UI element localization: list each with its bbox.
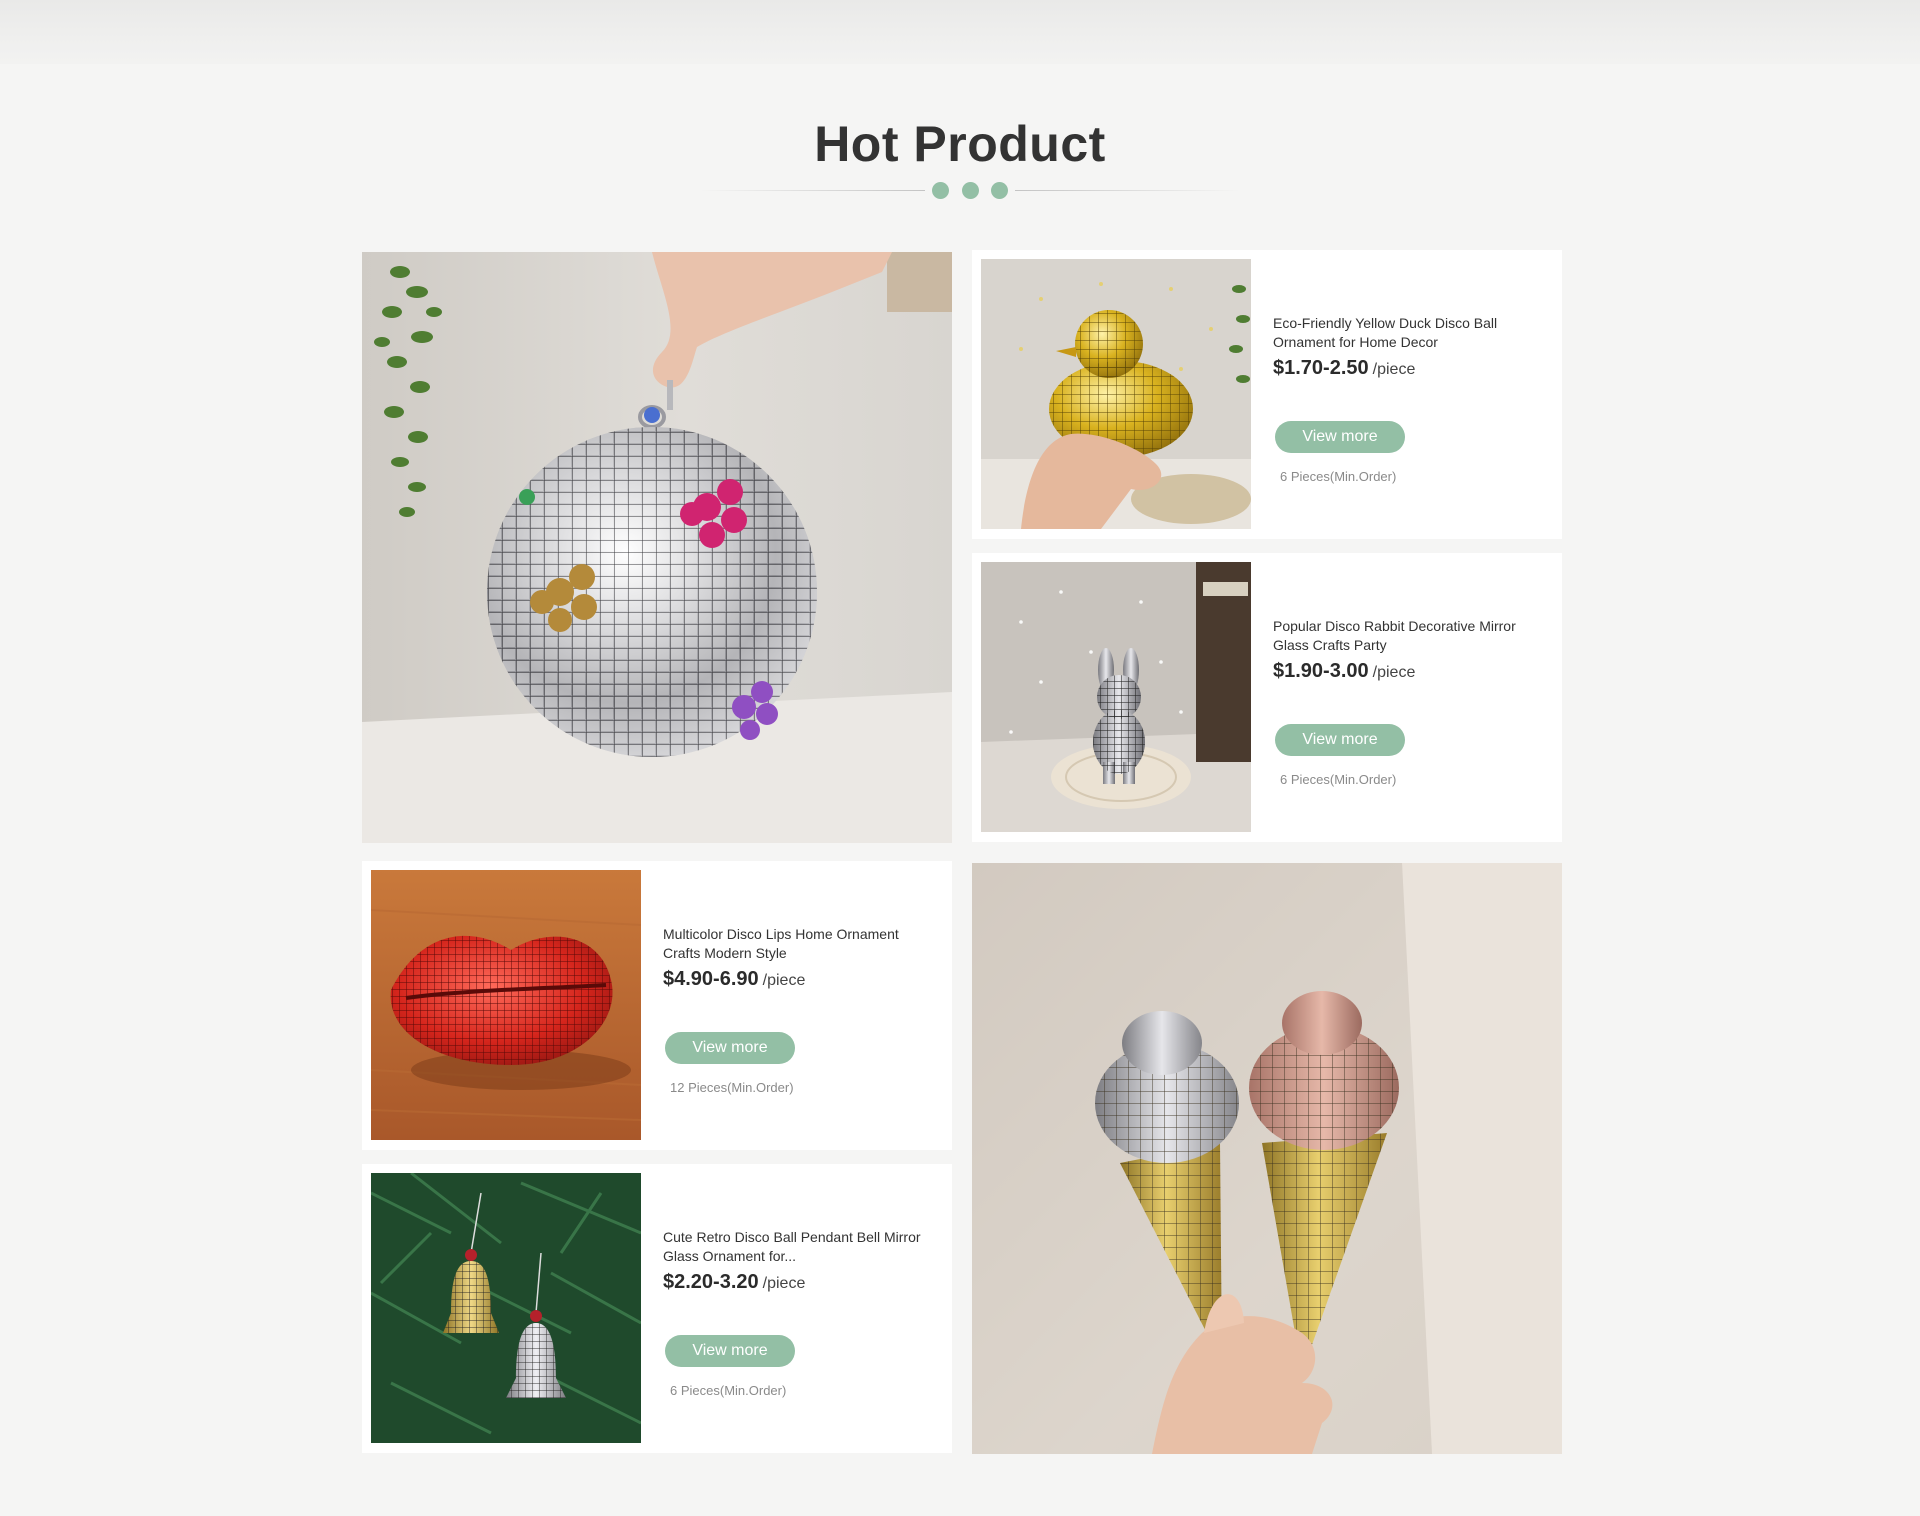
min-order: 6 Pieces(Min.Order) xyxy=(1280,469,1397,484)
price-row: $2.20-3.20/piece xyxy=(663,1271,805,1294)
divider-dots xyxy=(932,182,1008,200)
price-unit: /piece xyxy=(1372,361,1416,378)
min-order: 6 Pieces(Min.Order) xyxy=(670,1383,787,1398)
price-row: $1.70-2.50/piece xyxy=(1273,357,1415,380)
product-name[interactable]: Popular Disco Rabbit Decorative Mirror G… xyxy=(1273,617,1543,655)
price-unit: /piece xyxy=(762,1275,806,1292)
divider-dot xyxy=(932,182,949,199)
product-card[interactable]: Eco-Friendly Yellow Duck Disco Ball Orna… xyxy=(972,250,1562,539)
featured-image-ice-cream-cones[interactable] xyxy=(972,863,1562,1454)
price-row: $4.90-6.90/piece xyxy=(663,968,805,991)
product-price: $4.90-6.90 xyxy=(663,968,759,990)
product-card[interactable]: Cute Retro Disco Ball Pendant Bell Mirro… xyxy=(362,1164,952,1453)
view-more-button[interactable]: View more xyxy=(665,1032,795,1064)
section-title: Hot Product xyxy=(814,116,1106,172)
divider-line-right xyxy=(1015,190,1240,191)
featured-image-disco-ball[interactable] xyxy=(362,252,952,843)
product-name[interactable]: Multicolor Disco Lips Home Ornament Craf… xyxy=(663,925,933,963)
product-price: $1.70-2.50 xyxy=(1273,357,1369,379)
product-image-yellow-duck[interactable] xyxy=(981,259,1251,529)
product-card[interactable]: Popular Disco Rabbit Decorative Mirror G… xyxy=(972,553,1562,842)
product-price: $2.20-3.20 xyxy=(663,1271,759,1293)
product-image-disco-rabbit[interactable] xyxy=(981,562,1251,832)
min-order: 6 Pieces(Min.Order) xyxy=(1280,772,1397,787)
divider-dot xyxy=(991,182,1008,199)
divider-line-left xyxy=(700,190,925,191)
product-image-disco-bells[interactable] xyxy=(371,1173,641,1443)
top-header-bar xyxy=(0,0,1920,64)
product-image-disco-lips[interactable] xyxy=(371,870,641,1140)
view-more-button[interactable]: View more xyxy=(1275,724,1405,756)
view-more-button[interactable]: View more xyxy=(1275,421,1405,453)
product-name[interactable]: Cute Retro Disco Ball Pendant Bell Mirro… xyxy=(663,1228,933,1266)
product-card[interactable]: Multicolor Disco Lips Home Ornament Craf… xyxy=(362,861,952,1150)
view-more-button[interactable]: View more xyxy=(665,1335,795,1367)
price-unit: /piece xyxy=(1372,664,1416,681)
price-unit: /piece xyxy=(762,972,806,989)
product-name[interactable]: Eco-Friendly Yellow Duck Disco Ball Orna… xyxy=(1273,314,1543,352)
divider-dot xyxy=(961,182,979,199)
min-order: 12 Pieces(Min.Order) xyxy=(670,1080,794,1095)
price-row: $1.90-3.00/piece xyxy=(1273,660,1415,683)
title-divider xyxy=(700,181,1240,201)
product-price: $1.90-3.00 xyxy=(1273,660,1369,682)
